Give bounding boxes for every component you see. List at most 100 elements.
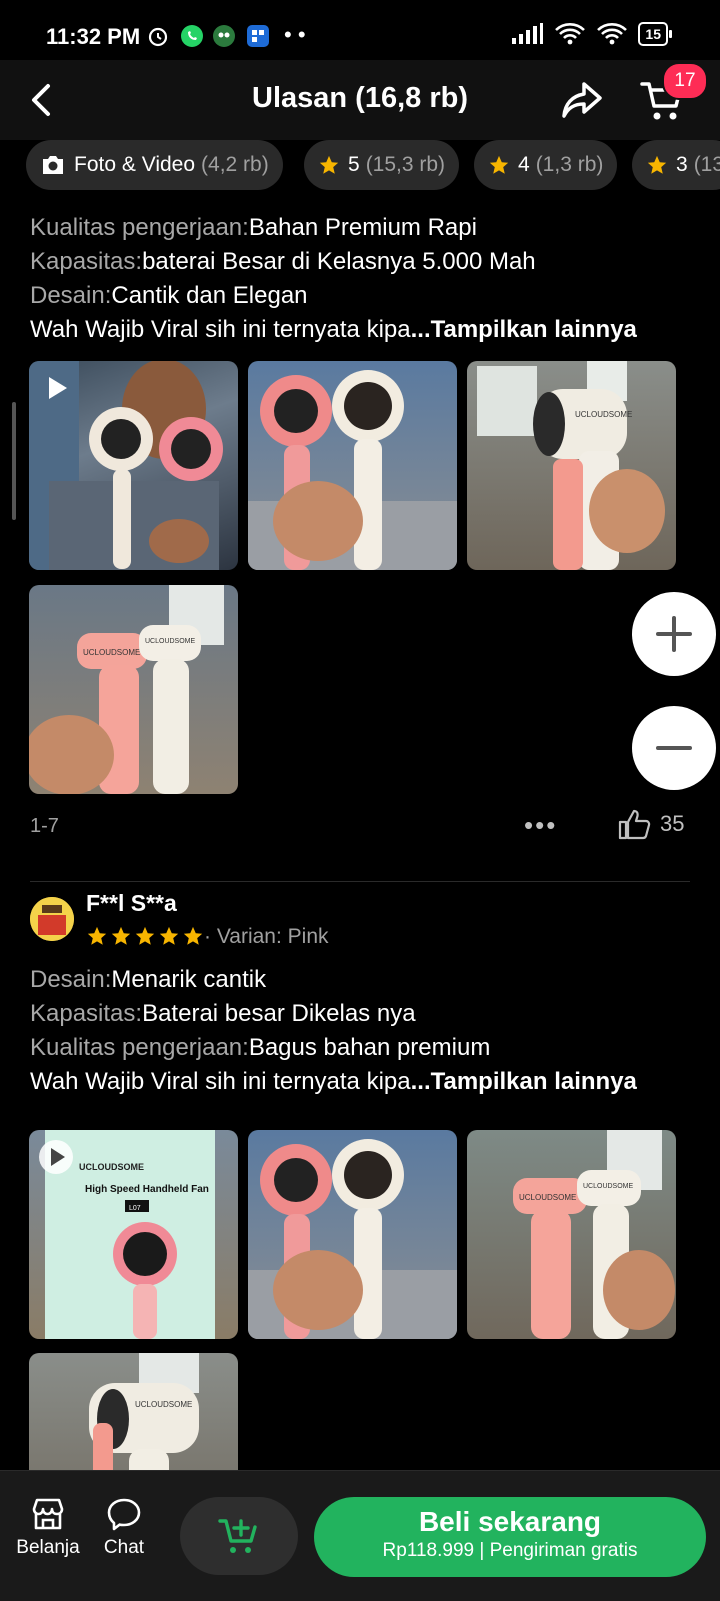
like-count: 35 — [660, 811, 685, 836]
star-icon — [159, 926, 179, 945]
review-attribute: Desain:Menarik cantik — [30, 966, 266, 994]
star-icon — [183, 926, 203, 945]
price-line: Rp118.999 | Pengiriman gratis — [314, 1540, 706, 1562]
chip-label: Foto & Video — [74, 153, 196, 176]
attribute-key: Kapasitas: — [30, 1000, 143, 1027]
add-to-cart-button[interactable] — [180, 1497, 298, 1575]
attribute-key: Desain: — [30, 282, 112, 309]
model-text: L07 — [129, 1205, 141, 1212]
chip-count: (1,3 rb) — [535, 153, 604, 176]
brand-text: UCLOUDSOME — [83, 648, 140, 657]
page-title: Ulasan (16,8 rb) — [252, 82, 468, 114]
attribute-value: baterai Besar di Kelasnya 5.000 Mah — [142, 248, 536, 275]
chip-label: 5 — [348, 153, 360, 176]
more-options-icon[interactable]: ••• — [524, 810, 557, 841]
signal-icon — [512, 23, 544, 44]
app-notification-icon-2 — [247, 25, 269, 47]
variant-info: · Varian: Pink — [204, 925, 329, 949]
chip-label: 3 — [676, 153, 688, 176]
brand-text: UCLOUDSOME — [583, 1183, 634, 1190]
photo-two-fans — [248, 1139, 457, 1339]
shop-label: Belanja — [16, 1537, 80, 1558]
box-title-text: High Speed Handheld Fan — [85, 1184, 209, 1195]
photo-fan-in-hand: UCLOUDSOME — [477, 361, 665, 570]
star-icon — [135, 926, 155, 945]
attribute-value: Menarik cantik — [111, 966, 267, 993]
reviewer-name[interactable]: F**l S**a — [86, 890, 177, 917]
filter-chip-5-star[interactable]: 5 (15,3 rb) — [304, 140, 460, 190]
shop-icon — [32, 1498, 64, 1530]
chip-count: (4,2 rb) — [201, 153, 269, 176]
review-photo[interactable] — [248, 361, 457, 570]
shop-button[interactable]: Belanja — [8, 1497, 88, 1559]
price-text: Rp118.999 — [382, 1540, 475, 1561]
separator-dot: · — [204, 925, 217, 948]
review-text: Wah Wajib Viral sih ini ternyata kipa — [30, 316, 411, 343]
attribute-value: Cantik dan Elegan — [111, 282, 308, 309]
chat-button[interactable]: Chat — [84, 1497, 164, 1559]
like-icon — [618, 809, 651, 840]
zoom-out-icon — [656, 746, 692, 750]
review-list: Kualitas pengerjaan:Bahan Premium Rapi K… — [0, 208, 720, 1470]
play-icon — [39, 1140, 73, 1174]
review-photo[interactable]: UCLOUDSOME High Speed Handheld Fan L07 — [29, 1130, 238, 1339]
chip-label: 4 — [518, 153, 530, 176]
review-photo[interactable]: UCLOUDSOME — [29, 1353, 238, 1470]
filter-chip-3-star[interactable]: 3 (13 — [632, 140, 720, 190]
zoom-out-button[interactable] — [632, 706, 716, 790]
like-button[interactable]: 35 — [618, 808, 684, 840]
photo-two-fans — [248, 370, 457, 570]
review-body: Wah Wajib Viral sih ini ternyata kipa...… — [30, 316, 637, 344]
review-photo[interactable]: UCLOUDSOME UCLOUDSOME — [29, 585, 238, 794]
show-more-link[interactable]: ...Tampilkan lainnya — [411, 1068, 637, 1095]
attribute-key: Kualitas pengerjaan: — [30, 1034, 249, 1061]
filter-chip-photo-video[interactable]: Foto & Video (4,2 rb) — [26, 140, 283, 190]
buy-now-label: Beli sekarang — [418, 1506, 602, 1537]
buy-now-button[interactable]: Beli sekarang Rp118.999 | Pengiriman gra… — [314, 1497, 706, 1577]
star-icon — [111, 926, 131, 945]
shipping-text: Pengiriman gratis — [489, 1540, 638, 1561]
avatar[interactable] — [30, 897, 74, 941]
status-time: 11:32 PM — [46, 24, 141, 49]
cart-count-badge: 17 — [662, 62, 708, 100]
review-attribute: Kualitas pengerjaan:Bahan Premium Rapi — [30, 214, 477, 242]
review-filter-bar: Foto & Video (4,2 rb) 5 (15,3 rb) 4 (1,3 rb… — [0, 140, 720, 208]
battery-indicator: 15 — [638, 22, 672, 46]
wifi-icon — [555, 23, 586, 45]
filter-chip-4-star[interactable]: 4 (1,3 rb) — [474, 140, 618, 190]
zoom-in-button[interactable] — [632, 592, 716, 676]
brand-text: UCLOUDSOME — [519, 1193, 576, 1202]
variant-label: Varian: Pink — [216, 925, 329, 948]
scroll-indicator[interactable] — [12, 402, 16, 520]
camera-icon — [43, 156, 63, 174]
chip-count: (15,3 rb) — [365, 153, 446, 176]
brand-text: UCLOUDSOME — [135, 1400, 192, 1409]
top-app-bar: Ulasan (16,8 rb) 17 — [0, 60, 720, 140]
attribute-value: Bahan Premium Rapi — [248, 214, 477, 241]
photo-pink-and-white-fans: UCLOUDSOME UCLOUDSOME — [513, 1130, 675, 1339]
review-attribute: Desain:Cantik dan Elegan — [30, 282, 308, 310]
add-to-cart-icon — [218, 1519, 257, 1553]
attribute-key: Kualitas pengerjaan: — [30, 214, 249, 241]
brand-text: UCLOUDSOME — [145, 638, 196, 645]
review-photo[interactable]: UCLOUDSOME — [467, 361, 676, 570]
star-icon — [489, 155, 509, 174]
review-photo[interactable] — [29, 361, 238, 570]
review-photo[interactable]: UCLOUDSOME UCLOUDSOME — [467, 1130, 676, 1339]
bottom-action-bar: Belanja Chat Beli sekarang Rp118.999 | P… — [0, 1470, 720, 1601]
review-attribute: Kualitas pengerjaan:Bagus bahan premium — [30, 1034, 490, 1062]
review-text: Wah Wajib Viral sih ini ternyata kipa — [30, 1068, 411, 1095]
show-more-link[interactable]: ...Tampilkan lainnya — [411, 316, 637, 343]
photo-white-fan: UCLOUDSOME — [89, 1353, 199, 1470]
more-notifications-icon: • • — [284, 22, 306, 47]
chat-label: Chat — [103, 1537, 145, 1558]
chip-count: (13 — [693, 153, 720, 176]
review-photo[interactable] — [248, 1130, 457, 1339]
alarm-icon — [148, 27, 168, 47]
share-icon[interactable] — [558, 78, 606, 122]
attribute-key: Kapasitas: — [30, 248, 143, 275]
attribute-value: Bagus bahan premium — [248, 1034, 491, 1061]
star-icon — [319, 155, 339, 174]
review-divider — [30, 881, 690, 882]
status-bar: 11:32 PM • • 15 — [0, 0, 720, 60]
